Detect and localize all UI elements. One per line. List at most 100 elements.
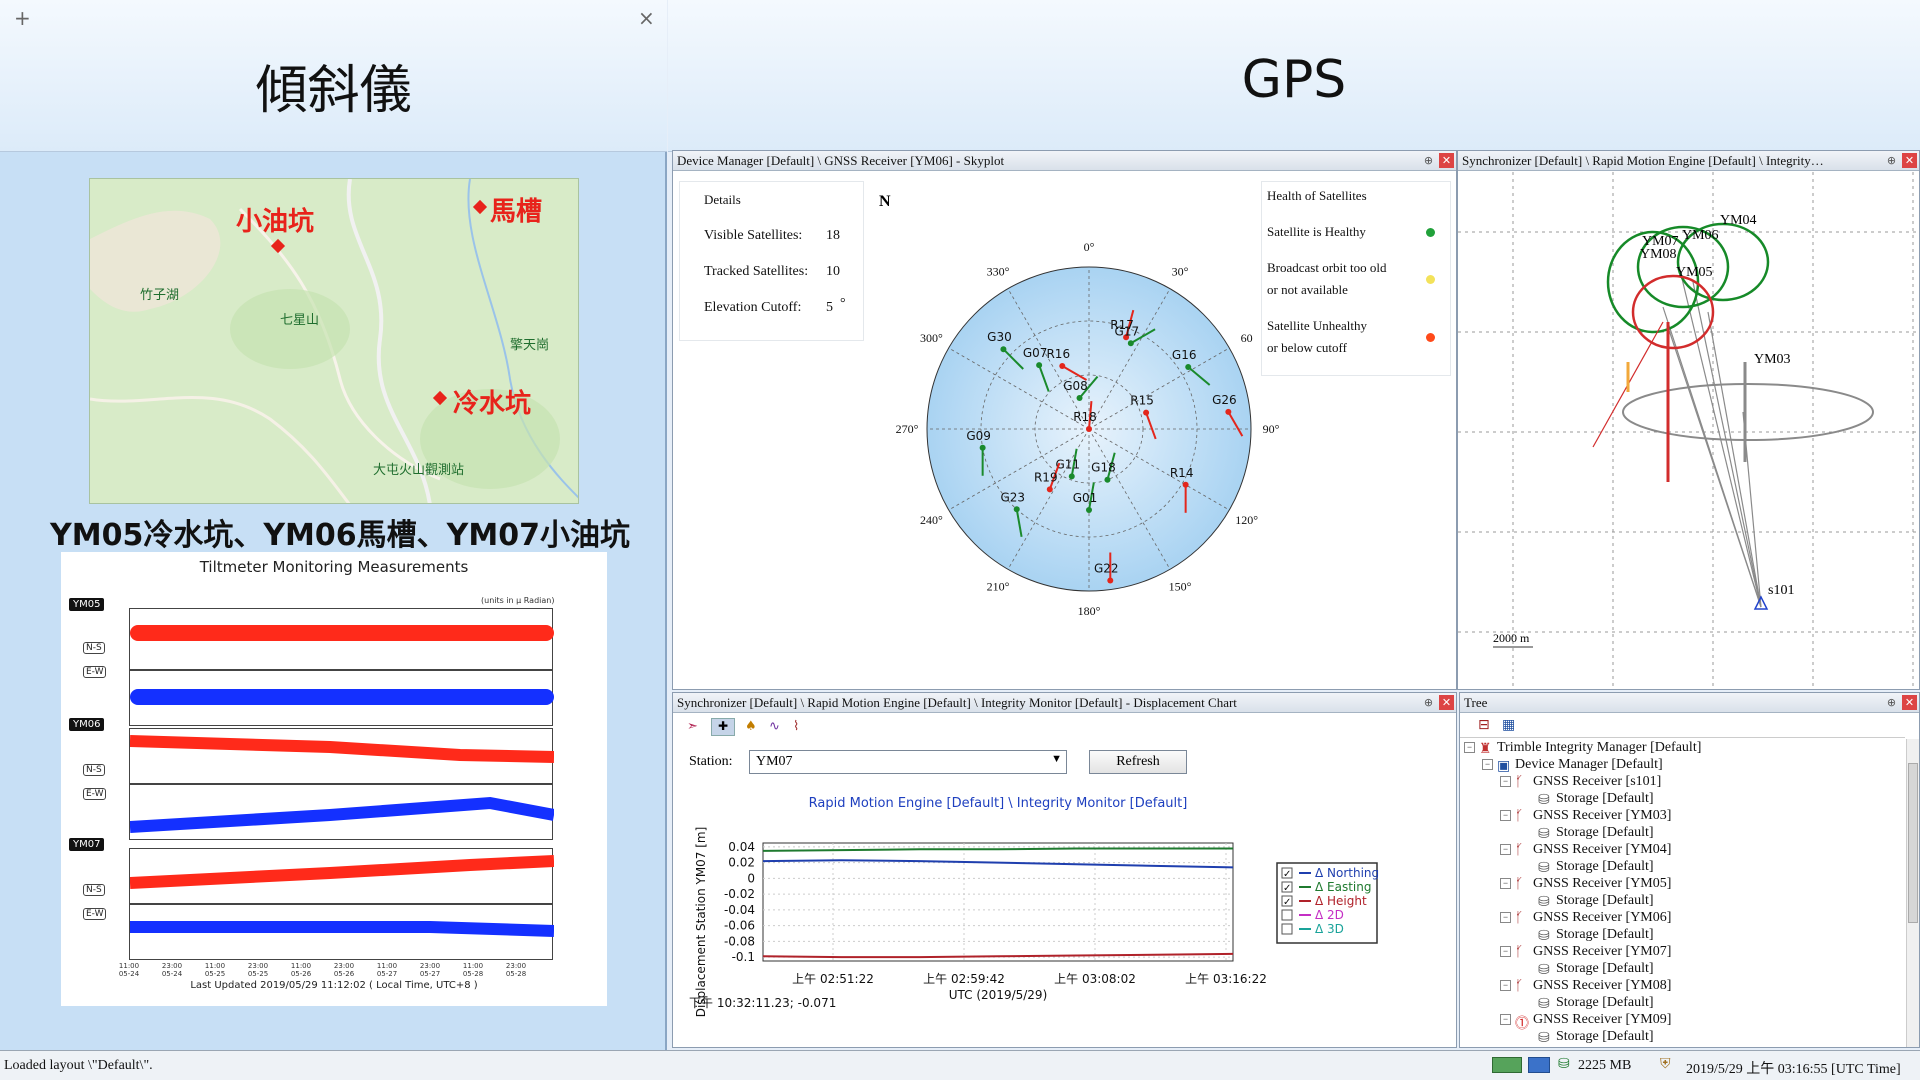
tree-receiver[interactable]: − ᚶ GNSS Receiver [YM03] — [1500, 808, 1671, 824]
ew-trace — [130, 689, 554, 705]
refresh-button[interactable]: Refresh — [1089, 750, 1187, 774]
tree-receiver[interactable]: − ᚶ GNSS Receiver [YM04] — [1500, 842, 1671, 858]
tree-title: Tree — [1460, 693, 1919, 713]
toolbar-bell-icon[interactable]: ♠ — [745, 719, 757, 734]
collapse-icon[interactable]: − — [1500, 912, 1511, 924]
map-label: 冷水坑 — [453, 389, 532, 419]
map-label: 馬槽 — [490, 197, 543, 227]
tree-storage[interactable]: ⛁ Storage [Default] — [1538, 859, 1654, 876]
close-icon[interactable]: ✕ — [1902, 153, 1917, 168]
tree-storage[interactable]: ⛁ Storage [Default] — [1538, 893, 1654, 910]
axis-ew-label: E-W — [83, 788, 107, 800]
collapse-icon[interactable]: − — [1500, 1014, 1511, 1026]
x-axis-label: UTC (2019/5/29) — [949, 988, 1048, 1002]
tree-grid-icon[interactable]: ▦ — [1502, 717, 1515, 733]
station-select-value: YM07 — [756, 754, 793, 769]
legend-label: Δ Easting — [1315, 880, 1371, 894]
toolbar-cursor-icon[interactable]: ✚ — [711, 718, 735, 736]
axis-ns-label: N-S — [83, 764, 105, 776]
tiltmeter-title: 傾斜儀 — [255, 61, 412, 121]
collapse-icon[interactable]: − — [1500, 980, 1511, 992]
station-select[interactable]: YM07 ▼ — [749, 750, 1067, 774]
tree-device-manager[interactable]: − ▣ Device Manager [Default] — [1482, 757, 1663, 774]
tree-root[interactable]: − ♜ Trimble Integrity Manager [Default] — [1464, 740, 1701, 757]
collapse-icon[interactable]: − — [1500, 810, 1511, 822]
legend-label: Δ Height — [1315, 894, 1367, 908]
tree-storage[interactable]: ⛁ Storage [Default] — [1538, 791, 1654, 808]
axis-ew-label: E-W — [83, 908, 107, 920]
monitor-icon — [1528, 1057, 1550, 1073]
satellite-label: G16 — [1172, 348, 1197, 362]
x-tick-label: 上午 03:16:22 — [1185, 972, 1267, 986]
tree-storage[interactable]: ⛁ Storage [Default] — [1538, 1029, 1654, 1046]
date-tick: 23:00 05-27 — [419, 962, 441, 978]
tree-receiver[interactable]: − ⓵ GNSS Receiver [YM09] — [1500, 1012, 1671, 1032]
collapse-icon[interactable]: − — [1500, 844, 1511, 856]
device-icon: ▣ — [1497, 758, 1511, 774]
date-tick: 11:00 05-26 — [290, 962, 312, 978]
axis-ew-label: E-W — [83, 666, 107, 678]
collapse-icon[interactable]: − — [1500, 776, 1511, 788]
station-label: YM03 — [1754, 352, 1791, 367]
tree-storage-label: Storage [Default] — [1556, 825, 1654, 840]
date-tick: 23:00 05-24 — [161, 962, 183, 978]
skyplot-title: Device Manager [Default] \ GNSS Receiver… — [673, 151, 1456, 171]
tree-storage[interactable]: ⛁ Storage [Default] — [1538, 961, 1654, 978]
close-tab-button[interactable]: × — [638, 6, 655, 30]
legend-checkbox — [1281, 923, 1293, 935]
axis-ns-label: N-S — [83, 642, 105, 654]
cutoff-value[interactable]: 5 — [826, 300, 833, 316]
pin-icon[interactable]: ⊕ — [1421, 695, 1436, 710]
tree-receiver[interactable]: − ᚶ GNSS Receiver [YM07] — [1500, 944, 1671, 960]
date-tick: 11:00 05-25 — [204, 962, 226, 978]
tree-receiver[interactable]: − ᚶ GNSS Receiver [YM08] — [1500, 978, 1671, 994]
legend-check: ✓ — [1283, 897, 1291, 908]
legend-label: Δ 3D — [1315, 922, 1344, 936]
pin-icon[interactable]: ⊕ — [1421, 153, 1436, 168]
close-icon[interactable]: ✕ — [1439, 695, 1454, 710]
collapse-icon[interactable]: − — [1500, 878, 1511, 890]
close-icon[interactable]: ✕ — [1902, 695, 1917, 710]
toolbar-wave-icon[interactable]: ∿ — [769, 719, 780, 734]
ym06-ns-plot — [129, 728, 554, 784]
tree-expand-icon[interactable]: ⊟ — [1478, 717, 1490, 733]
chevron-down-icon: ▼ — [1051, 753, 1062, 765]
satellite-label: G26 — [1212, 393, 1237, 407]
tree-receiver[interactable]: − ᚶ GNSS Receiver [s101] — [1500, 774, 1661, 790]
collapse-icon[interactable]: − — [1500, 946, 1511, 958]
tree-storage[interactable]: ⛁ Storage [Default] — [1538, 927, 1654, 944]
new-tab-button[interactable]: + — [14, 6, 31, 30]
tree-receiver[interactable]: − ᚶ GNSS Receiver [YM06] — [1500, 910, 1671, 926]
y-tick-label: -0.02 — [724, 887, 755, 901]
collapse-icon[interactable]: − — [1482, 759, 1493, 771]
toolbar-link-icon[interactable]: ➣ — [687, 719, 698, 734]
tree-storage[interactable]: ⛁ Storage [Default] — [1538, 825, 1654, 842]
satellite-dot — [979, 444, 986, 451]
toolbar-chart-icon[interactable]: ⌇ — [793, 719, 799, 734]
chart-title: Rapid Motion Engine [Default] \ Integrit… — [809, 796, 1188, 811]
tree-storage[interactable]: ⛁ Storage [Default] — [1538, 995, 1654, 1012]
synchronizer-title: Synchronizer [Default] \ Rapid Motion En… — [1458, 151, 1919, 171]
satellite-dot — [1086, 507, 1092, 513]
satellite-label: R15 — [1130, 394, 1154, 408]
broadcast-label-2: or not available — [1267, 282, 1348, 297]
tree-receiver[interactable]: − ᚶ GNSS Receiver [YM05] — [1500, 876, 1671, 892]
tree-storage-label: Storage [Default] — [1556, 859, 1654, 874]
tracked-label: Tracked Satellites: — [704, 264, 809, 279]
satellite-label: R14 — [1170, 466, 1194, 480]
pin-icon[interactable]: ⊕ — [1884, 153, 1899, 168]
gps-title: GPS — [1241, 50, 1347, 110]
y-tick-label: -0.04 — [724, 903, 755, 917]
satellite-dot — [1068, 473, 1075, 480]
close-icon[interactable]: ✕ — [1439, 153, 1454, 168]
tree-scrollbar[interactable] — [1906, 739, 1919, 1047]
scrollbar-thumb[interactable] — [1908, 763, 1918, 923]
pin-icon[interactable]: ⊕ — [1884, 695, 1899, 710]
satellite-label: G09 — [966, 429, 991, 443]
collapse-icon[interactable]: − — [1464, 742, 1475, 754]
satellite-dot — [1225, 408, 1232, 415]
date-tick: 23:00 05-25 — [247, 962, 269, 978]
legend-label: Δ Northing — [1315, 866, 1379, 880]
date-tick: 11:00 05-27 — [376, 962, 398, 978]
details-box: Details Visible Satellites: 18 Tracked S… — [679, 181, 864, 341]
